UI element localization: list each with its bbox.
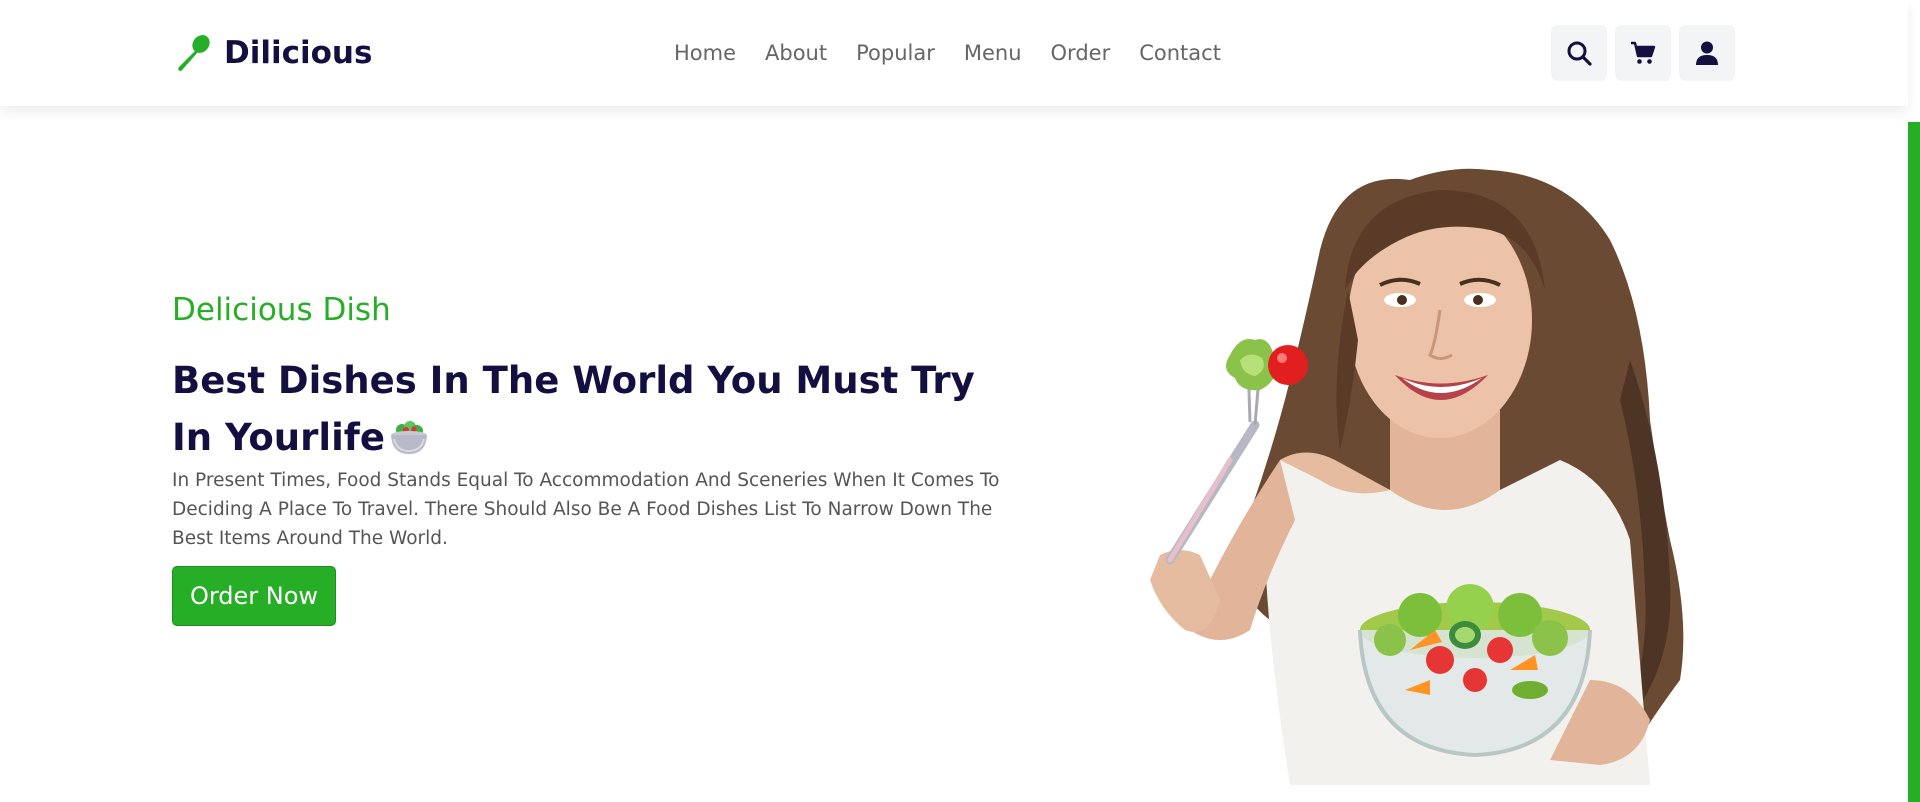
hero-description: In Present Times, Food Stands Equal To A…: [172, 470, 1000, 549]
cart-icon: [1631, 41, 1656, 64]
nav-contact[interactable]: Contact: [1139, 41, 1221, 65]
hero-title-text: Best Dishes In The World You Must Try In…: [172, 359, 975, 459]
order-now-button[interactable]: Order Now: [172, 566, 336, 626]
logo[interactable]: Dilicious: [174, 30, 372, 76]
woman-eating-salad-image: [1150, 168, 1684, 785]
nav-home[interactable]: Home: [674, 41, 736, 65]
search-icon: [1567, 41, 1592, 66]
cart-button[interactable]: [1615, 25, 1671, 81]
nav-order[interactable]: Order: [1051, 41, 1111, 65]
hero-subtitle: Delicious Dish: [172, 292, 391, 328]
nav-menu[interactable]: Menu: [964, 41, 1022, 65]
nav-about[interactable]: About: [765, 41, 827, 65]
main-nav: Home About Popular Menu Order Contact: [674, 36, 1221, 70]
search-button[interactable]: [1551, 25, 1607, 81]
header-actions: [1551, 25, 1735, 81]
scrollbar-thumb[interactable]: [1908, 122, 1920, 802]
salad-bowl-icon: [390, 421, 427, 454]
logo-text: Dilicious: [224, 35, 373, 71]
nav-popular[interactable]: Popular: [856, 41, 935, 65]
user-button[interactable]: [1679, 25, 1735, 81]
spoon-icon: [178, 35, 210, 71]
user-icon: [1696, 41, 1718, 65]
site-header: Dilicious Home About Popular Menu Order …: [0, 0, 1908, 106]
hero-title: Best Dishes In The World You Must Try In…: [172, 352, 1002, 466]
